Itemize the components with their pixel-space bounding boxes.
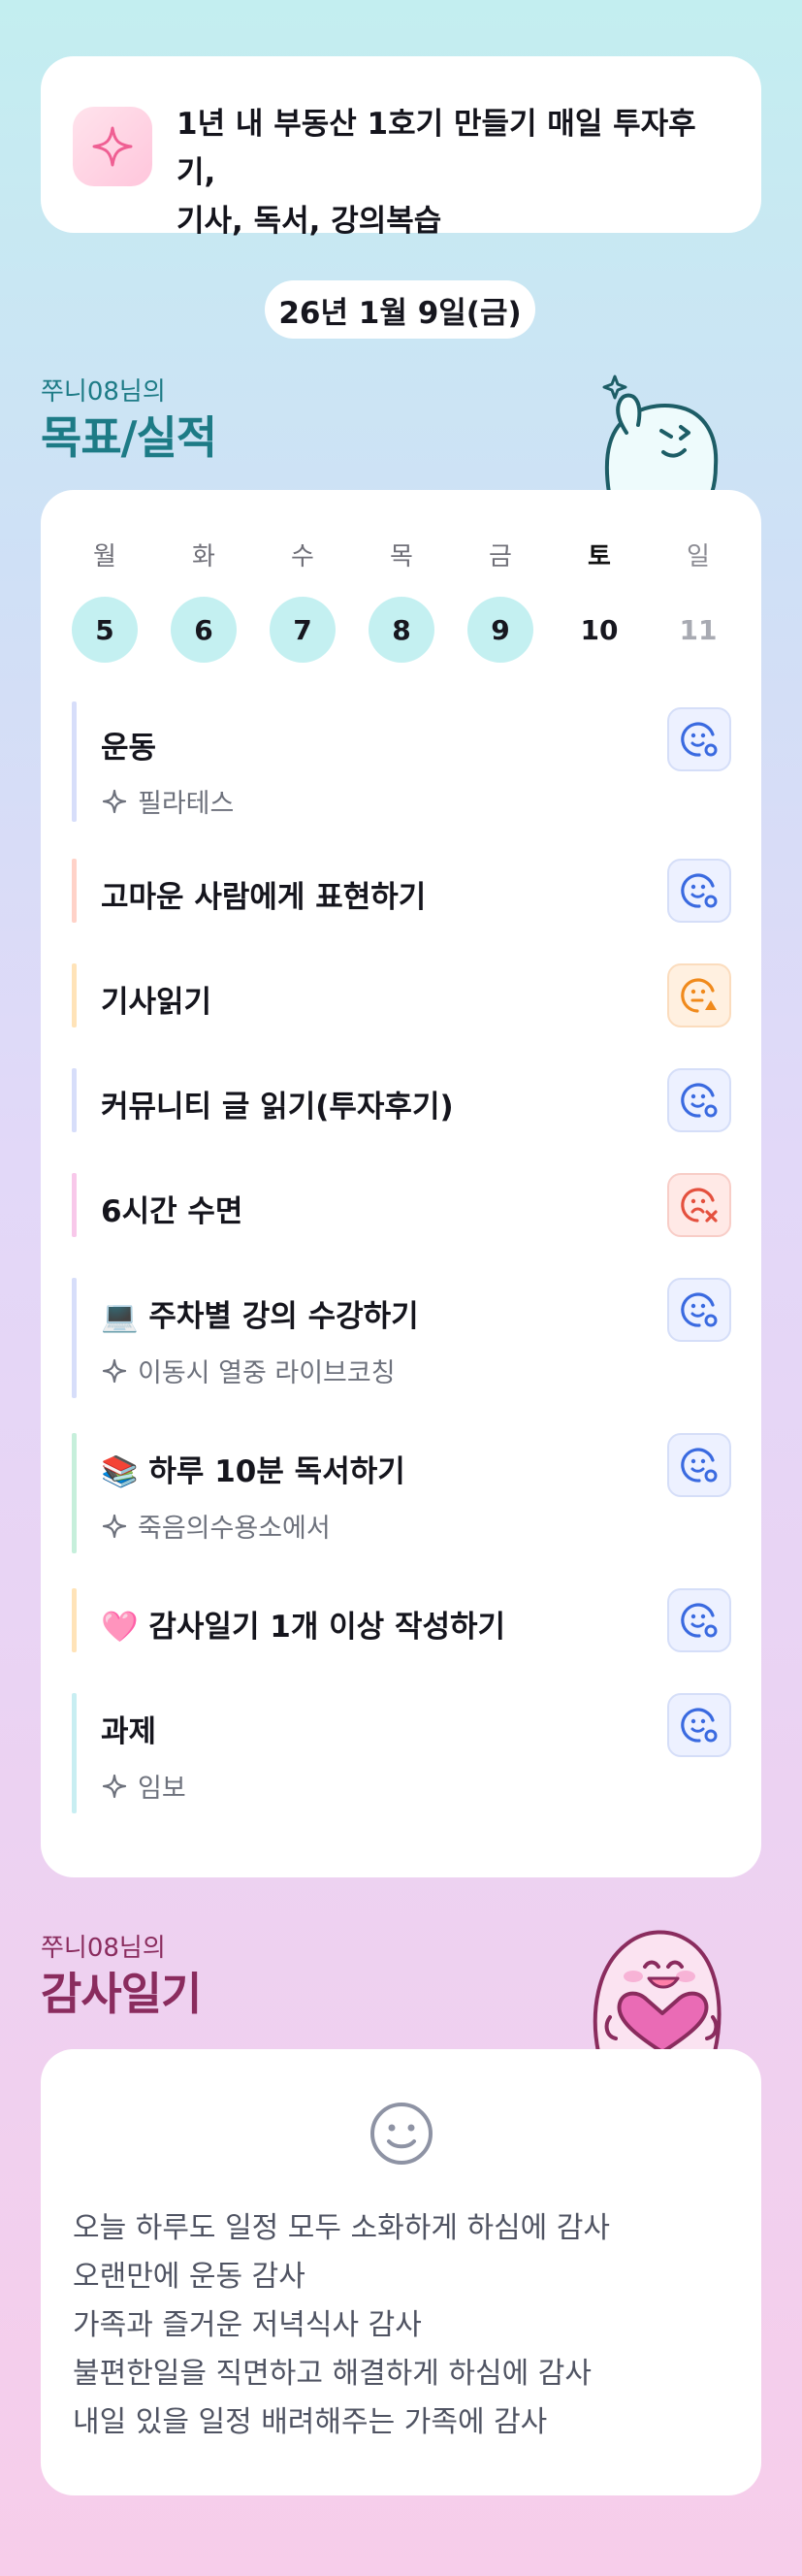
smile-face-icon [370, 2103, 433, 2165]
goal-item[interactable]: 운동 필라테스 [72, 701, 731, 822]
goals-card: 월 5 화 6 수 7 목 8 금 9 토 10 일 11 운동 필라테스 고마… [41, 490, 761, 1877]
goal-color-bar [72, 1693, 77, 1813]
goal-subtitle-text: 필라테스 [138, 789, 235, 819]
weekday-label: 금 [489, 542, 512, 571]
goal-color-bar [72, 1278, 77, 1398]
goal-title: 6시간 수면 [101, 1194, 243, 1229]
goal-item[interactable]: 기사읽기 [72, 963, 731, 1027]
smile-done-icon [681, 1708, 718, 1743]
goals-title: 목표/실적 [41, 411, 217, 464]
motto-card: 1년 내 부동산 1호기 만들기 매일 투자후기, 기사, 독서, 강의복습 [41, 56, 761, 239]
sparkle-outline-icon [101, 1773, 128, 1800]
goal-color-bar [72, 1068, 77, 1132]
sparkle-outline-icon [101, 1513, 128, 1540]
goal-subtitle: 필라테스 [101, 782, 234, 820]
goal-title: 💻 주차별 강의 수강하기 [101, 1299, 419, 1334]
status-done-button[interactable] [667, 1588, 731, 1652]
day-number[interactable]: 5 [72, 597, 138, 663]
goal-title: 기사읽기 [101, 985, 212, 1020]
sparkle-outline-icon [101, 788, 128, 815]
goal-subtitle-text: 죽음의수용소에서 [138, 1514, 331, 1544]
goal-color-bar [72, 701, 77, 822]
status-done-button[interactable] [667, 1068, 731, 1132]
goal-subtitle: 이동시 열중 라이브코칭 [101, 1352, 396, 1389]
status-done-button[interactable] [667, 707, 731, 771]
gratitude-card: 오늘 하루도 일정 모두 소화하게 하심에 감사 오랜만에 운동 감사 가족과 … [41, 2049, 761, 2495]
status-done-button[interactable] [667, 1278, 731, 1342]
meh-partial-icon [681, 978, 717, 1013]
status-done-button[interactable] [667, 1693, 731, 1757]
goal-title: 커뮤니티 글 읽기(투자후기) [101, 1090, 454, 1125]
gratitude-entries: 오늘 하루도 일정 모두 소화하게 하심에 감사 오랜만에 운동 감사 가족과 … [73, 2204, 732, 2447]
motto-line: 기사, 독서, 강의복습 [176, 204, 442, 239]
gratitude-line: 오랜만에 운동 감사 [73, 2260, 305, 2294]
smile-done-icon [681, 1448, 718, 1483]
goal-item[interactable]: 🩷 감사일기 1개 이상 작성하기 [72, 1588, 731, 1652]
goal-title: 과제 [101, 1714, 157, 1749]
goal-color-bar [72, 859, 77, 923]
weekday-label: 목 [390, 542, 413, 571]
goal-subtitle-text: 이동시 열중 라이브코칭 [138, 1358, 396, 1388]
day-number[interactable]: 8 [369, 597, 434, 663]
weekday-label: 월 [93, 542, 116, 571]
status-done-button[interactable] [667, 859, 731, 923]
gratitude-line: 오늘 하루도 일정 모두 소화하게 하심에 감사 [73, 2211, 611, 2245]
sad-failed-icon [681, 1188, 718, 1223]
weekday-label: 화 [192, 542, 215, 571]
gratitude-title: 감사일기 [41, 1968, 202, 2020]
goal-title: 📚 하루 10분 독서하기 [101, 1454, 405, 1489]
sparkle-outline-icon [101, 1357, 128, 1385]
day-number[interactable]: 11 [665, 597, 731, 663]
day-number[interactable]: 10 [566, 597, 632, 663]
smile-done-icon [681, 873, 718, 908]
weekday-label: 수 [291, 542, 314, 571]
gratitude-line: 불편한일을 직면하고 해결하게 하심에 감사 [73, 2357, 592, 2391]
smile-done-icon [681, 1292, 718, 1327]
goal-title: 🩷 감사일기 1개 이상 작성하기 [101, 1610, 506, 1645]
day-number[interactable]: 9 [467, 597, 533, 663]
gratitude-line: 내일 있을 일정 배려해주는 가족에 감사 [73, 2405, 548, 2439]
goal-title: 운동 [101, 731, 157, 766]
day-number[interactable]: 6 [171, 597, 237, 663]
weekday-label: 일 [687, 542, 710, 571]
status-failed-button[interactable] [667, 1173, 731, 1237]
smile-done-icon [681, 722, 718, 757]
gratitude-line: 가족과 즐거운 저녁식사 감사 [73, 2308, 422, 2342]
goal-subtitle: 임보 [101, 1767, 186, 1805]
goal-color-bar [72, 963, 77, 1027]
smile-done-icon [681, 1603, 718, 1638]
day-number[interactable]: 7 [270, 597, 336, 663]
goal-item[interactable]: 💻 주차별 강의 수강하기 이동시 열중 라이브코칭 [72, 1278, 731, 1398]
goal-subtitle-text: 임보 [138, 1774, 186, 1804]
goal-item[interactable]: 과제 임보 [72, 1693, 731, 1813]
status-partial-button[interactable] [667, 963, 731, 1027]
goal-color-bar [72, 1588, 77, 1652]
motto-text: 1년 내 부동산 1호기 만들기 매일 투자후기, 기사, 독서, 강의복습 [176, 100, 729, 245]
goal-item[interactable]: 6시간 수면 [72, 1173, 731, 1237]
goal-color-bar [72, 1173, 77, 1237]
weekday-label: 토 [588, 542, 611, 571]
goal-item[interactable]: 고마운 사람에게 표현하기 [72, 859, 731, 923]
mascot-heart-icon [593, 1930, 722, 2052]
status-done-button[interactable] [667, 1433, 731, 1497]
goal-color-bar [72, 1433, 77, 1553]
smile-done-icon [681, 1083, 718, 1118]
goal-item[interactable]: 📚 하루 10분 독서하기 죽음의수용소에서 [72, 1433, 731, 1553]
goal-item[interactable]: 커뮤니티 글 읽기(투자후기) [72, 1068, 731, 1132]
goal-title: 고마운 사람에게 표현하기 [101, 880, 427, 915]
date-pill[interactable]: 26년 1월 9일(금) [265, 280, 535, 339]
mascot-cheer-icon [602, 375, 719, 493]
sparkle-icon [73, 107, 152, 186]
motto-line: 1년 내 부동산 1호기 만들기 매일 투자후기, [176, 107, 696, 190]
goal-subtitle: 죽음의수용소에서 [101, 1507, 331, 1545]
